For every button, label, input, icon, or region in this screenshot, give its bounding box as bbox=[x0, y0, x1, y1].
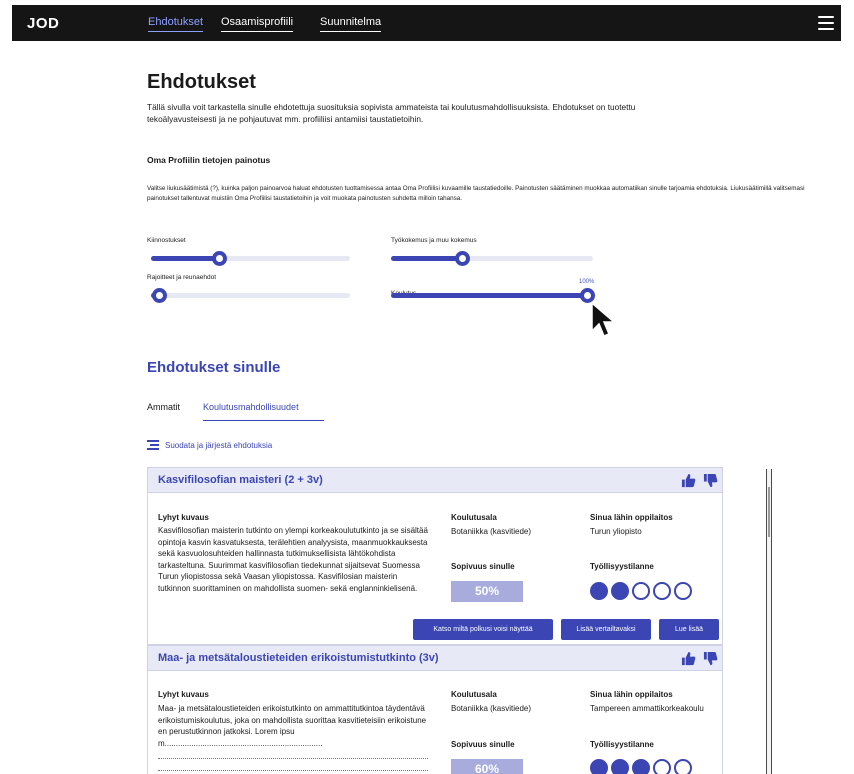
weights-description: Valitse liukusäätimistä (?), kuinka palj… bbox=[147, 185, 805, 202]
slider-rajoitteet[interactable] bbox=[151, 288, 350, 303]
nav-item-suunnitelma[interactable]: Suunnitelma bbox=[320, 16, 382, 32]
logo[interactable]: JOD bbox=[27, 15, 59, 32]
suggestion-card: Kasvifilosofian maisteri (2 + 3v) Lyhyt … bbox=[147, 467, 723, 645]
filter-label: Suodata ja järjestä ehdotuksia bbox=[165, 441, 273, 450]
card-title[interactable]: Kasvifilosofian maisteri (2 + 3v) bbox=[158, 474, 323, 486]
thumbs-down-icon[interactable] bbox=[703, 473, 718, 488]
rating-dot-empty bbox=[674, 759, 692, 774]
tab-ammatit[interactable]: Ammatit bbox=[147, 402, 180, 412]
institution-value: Tampereen ammattikorkeakoulu bbox=[590, 704, 704, 713]
tab-koulutusmahdollisuudet[interactable]: Koulutusmahdollisuudet bbox=[203, 402, 324, 421]
thumbs-down-icon[interactable] bbox=[703, 651, 718, 666]
slider-fill bbox=[151, 256, 219, 261]
rating-dot-filled bbox=[611, 759, 629, 774]
card-desc-heading: Lyhyt kuvaus bbox=[158, 690, 209, 699]
slider-knob[interactable] bbox=[211, 251, 227, 266]
divider bbox=[158, 758, 428, 759]
rating-dot-empty bbox=[653, 582, 671, 600]
divider bbox=[158, 770, 428, 771]
page-intro: Tällä sivulla voit tarkastella sinulle e… bbox=[147, 102, 636, 124]
slider-knob[interactable] bbox=[151, 288, 167, 303]
read-more-button[interactable]: Lue lisää bbox=[659, 619, 719, 640]
compare-button[interactable]: Lisää vertailtavaksi bbox=[561, 619, 651, 640]
app-frame: JOD Ehdotukset Osaamisprofiili Suunnitel… bbox=[12, 5, 841, 774]
weights-title: Oma Profiilin tietojen painotus bbox=[147, 155, 271, 165]
slider-tyokokemus[interactable] bbox=[391, 251, 593, 266]
institution-value: Turun yliopisto bbox=[590, 527, 642, 536]
card-desc: Maa- ja metsätaloustieteiden erikoistutk… bbox=[158, 704, 427, 748]
scrollbar-thumb[interactable] bbox=[768, 487, 770, 537]
slider-label-kiinnostukset: Kiinnostukset bbox=[147, 237, 186, 244]
suggestion-card: Maa- ja metsätaloustieteiden erikoistumi… bbox=[147, 645, 723, 774]
slider-value-koulutus: 100% bbox=[579, 279, 595, 285]
field-heading: Koulutusala bbox=[451, 513, 497, 522]
card-header: Kasvifilosofian maisteri (2 + 3v) bbox=[148, 468, 722, 493]
slider-label-tyokokemus: Työkokemus ja muu kokemus bbox=[391, 237, 477, 244]
fit-heading: Sopivuus sinulle bbox=[451, 740, 515, 749]
fit-badge: 50% bbox=[451, 581, 523, 602]
rating-dot-filled bbox=[590, 759, 608, 774]
rating-dot-filled bbox=[590, 582, 608, 600]
path-button[interactable]: Katso miltä polkusi voisi näyttää bbox=[413, 619, 553, 640]
rating-dot-empty bbox=[674, 582, 692, 600]
slider-kiinnostukset[interactable] bbox=[151, 251, 350, 266]
rating-dot-filled bbox=[632, 759, 650, 774]
institution-heading: Sinua lähin oppilaitos bbox=[590, 513, 673, 522]
card-header: Maa- ja metsätaloustieteiden erikoistumi… bbox=[148, 646, 722, 671]
thumbs-up-icon[interactable] bbox=[681, 473, 696, 488]
card-title[interactable]: Maa- ja metsätaloustieteiden erikoistumi… bbox=[158, 652, 439, 664]
thumbs-up-icon[interactable] bbox=[681, 651, 696, 666]
field-value: Botaniikka (kasvitiede) bbox=[451, 527, 532, 536]
cursor-icon bbox=[591, 301, 617, 337]
rating-dot-filled bbox=[611, 582, 629, 600]
slider-label-rajoitteet: Rajoitteet ja reunaehdot bbox=[147, 274, 217, 281]
fit-badge: 60% bbox=[451, 759, 523, 774]
rating-dot-empty bbox=[653, 759, 671, 774]
nav-item-osaamisprofiili[interactable]: Osaamisprofiili bbox=[221, 16, 294, 32]
employment-heading: Työllisyystilanne bbox=[590, 562, 654, 571]
slider-koulutus[interactable] bbox=[391, 288, 595, 303]
slider-fill bbox=[391, 256, 462, 261]
field-value: Botaniikka (kasvitiede) bbox=[451, 704, 532, 713]
suggestions-title: Ehdotukset sinulle bbox=[147, 359, 281, 376]
employment-heading: Työllisyystilanne bbox=[590, 740, 654, 749]
nav-item-ehdotukset[interactable]: Ehdotukset bbox=[148, 16, 204, 32]
top-bar: JOD Ehdotukset Osaamisprofiili Suunnitel… bbox=[12, 5, 841, 41]
card-desc: Kasvifilosofian maisterin tutkinto on yl… bbox=[158, 526, 428, 593]
scrollbar[interactable] bbox=[766, 469, 772, 774]
institution-heading: Sinua lähin oppilaitos bbox=[590, 690, 673, 699]
field-heading: Koulutusala bbox=[451, 690, 497, 699]
rating-dot-empty bbox=[632, 582, 650, 600]
fit-heading: Sopivuus sinulle bbox=[451, 562, 515, 571]
page-title: Ehdotukset bbox=[147, 71, 256, 93]
filter-icon bbox=[147, 440, 159, 450]
card-desc-heading: Lyhyt kuvaus bbox=[158, 513, 209, 522]
menu-icon[interactable] bbox=[818, 16, 834, 30]
slider-fill bbox=[391, 293, 587, 298]
slider-knob[interactable] bbox=[454, 251, 470, 266]
